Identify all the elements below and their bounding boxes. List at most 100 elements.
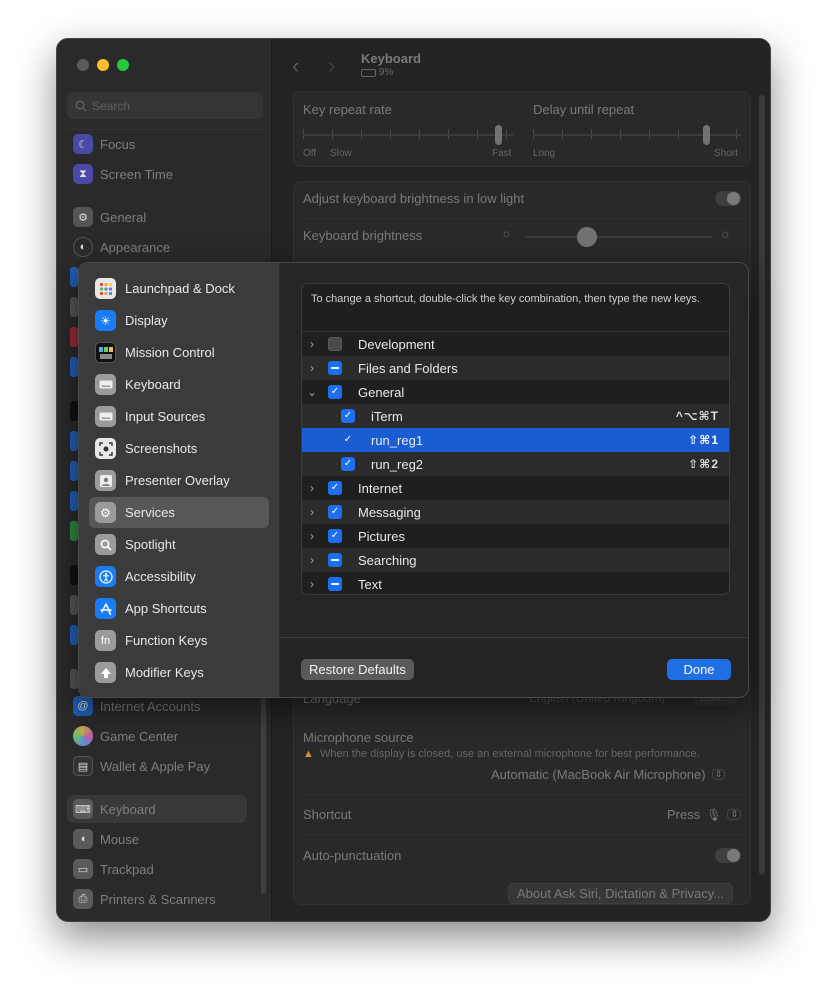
service-row[interactable]: ✓ iTerm ^⌥⌘T xyxy=(302,404,729,428)
sidebar-item-trackpad[interactable]: ▭ Trackpad xyxy=(67,855,247,883)
key-repeat-group: Key repeat rate Delay until repeat Off S… xyxy=(293,91,751,167)
service-row[interactable]: › Development xyxy=(302,332,729,356)
service-row[interactable]: › ✓ Messaging xyxy=(302,500,729,524)
service-row[interactable]: › Searching xyxy=(302,548,729,572)
service-row[interactable]: ⌄ ✓ General xyxy=(302,380,729,404)
done-button[interactable]: Done xyxy=(667,659,731,680)
key-repeat-track xyxy=(303,134,513,136)
adjust-brightness-toggle[interactable] xyxy=(715,191,741,206)
service-row[interactable]: ✓ run_reg1 ⇧⌘1 xyxy=(302,428,729,452)
forward-arrow-icon[interactable]: › xyxy=(328,53,335,79)
microphone-icon: 🎙 xyxy=(706,807,722,822)
sidebar-item-printers[interactable]: ⎙ Printers & Scanners xyxy=(67,885,247,913)
sidebar-item-label: General xyxy=(100,209,147,225)
service-shortcut[interactable]: ⇧⌘1 xyxy=(688,433,719,447)
restore-defaults-button[interactable]: Restore Defaults xyxy=(301,659,414,680)
service-checkbox[interactable]: ✓ xyxy=(341,457,355,471)
keyboard-icon: ⌨ xyxy=(73,799,93,819)
service-row[interactable]: › Files and Folders xyxy=(302,356,729,380)
chevron-down-icon[interactable]: ⌄ xyxy=(307,385,317,399)
service-shortcut[interactable]: ^⌥⌘T xyxy=(676,409,719,423)
service-row[interactable]: › ✓ Pictures xyxy=(302,524,729,548)
category-function-keys[interactable]: fn Function Keys xyxy=(89,625,269,656)
screenshot-icon xyxy=(95,438,116,459)
game-center-icon xyxy=(73,726,93,746)
service-label: iTerm xyxy=(371,408,403,424)
chevron-right-icon[interactable]: › xyxy=(307,553,317,567)
chevron-right-icon[interactable]: › xyxy=(307,337,317,351)
category-launchpad-dock[interactable]: Launchpad & Dock xyxy=(89,273,269,304)
category-label: Screenshots xyxy=(125,441,198,456)
service-row[interactable]: › Text xyxy=(302,572,729,594)
sidebar-item-focus[interactable]: ☾ Focus xyxy=(67,130,247,158)
category-modifier-keys[interactable]: Modifier Keys xyxy=(89,657,269,688)
delay-label: Delay until repeat xyxy=(533,102,635,117)
service-shortcut[interactable]: ⇧⌘2 xyxy=(688,457,719,471)
sidebar-item-label: Keyboard xyxy=(100,801,156,817)
category-screenshots[interactable]: Screenshots xyxy=(89,433,269,464)
mic-source-popup[interactable]: Automatic (MacBook Air Microphone) ⇕ xyxy=(491,767,726,782)
shortcut-popup[interactable]: Press 🎙 ⇕ xyxy=(667,807,742,822)
brightness-slider[interactable] xyxy=(577,227,598,247)
mic-warning-text: When the display is closed, use an exter… xyxy=(320,748,700,760)
sidebar-item-game-center[interactable]: Game Center xyxy=(67,722,247,750)
service-row[interactable]: › ✓ Internet xyxy=(302,476,729,500)
sidebar-item-mouse[interactable]: ◖ Mouse xyxy=(67,825,247,853)
category-keyboard[interactable]: Keyboard xyxy=(89,369,269,400)
category-presenter-overlay[interactable]: Presenter Overlay xyxy=(89,465,269,496)
mouse-icon: ◖ xyxy=(73,829,93,849)
gear-icon: ⚙ xyxy=(73,207,93,227)
chevron-right-icon[interactable]: › xyxy=(307,577,317,591)
search-input[interactable] xyxy=(92,98,242,113)
sidebar-item-general[interactable]: ⚙ General xyxy=(67,203,247,231)
category-app-shortcuts[interactable]: App Shortcuts xyxy=(89,593,269,624)
sidebar-item-keyboard[interactable]: ⌨ Keyboard xyxy=(67,795,247,823)
delay-short-label: Short xyxy=(714,148,738,159)
services-list: To change a shortcut, double-click the k… xyxy=(301,283,730,595)
service-checkbox[interactable]: ✓ xyxy=(328,385,342,399)
category-accessibility[interactable]: Accessibility xyxy=(89,561,269,592)
close-button[interactable] xyxy=(77,59,89,71)
service-checkbox[interactable] xyxy=(328,577,342,591)
service-checkbox[interactable]: ✓ xyxy=(341,409,355,423)
auto-punctuation-toggle[interactable] xyxy=(715,848,741,863)
key-repeat-slider[interactable] xyxy=(495,125,503,145)
category-mission-control[interactable]: Mission Control xyxy=(89,337,269,368)
service-checkbox[interactable] xyxy=(328,553,342,567)
sidebar-hidden-icon xyxy=(70,625,78,645)
service-label: Internet xyxy=(358,480,403,496)
minimize-button[interactable] xyxy=(97,59,109,71)
chevron-right-icon[interactable]: › xyxy=(307,361,317,375)
sidebar-hidden-icon xyxy=(70,357,78,377)
sidebar-item-wallet[interactable]: ▤ Wallet & Apple Pay xyxy=(67,752,247,780)
service-row[interactable]: ✓ run_reg2 ⇧⌘2 xyxy=(302,452,729,476)
page-title: Keyboard xyxy=(361,51,421,66)
search-field[interactable] xyxy=(67,92,263,119)
service-checkbox[interactable] xyxy=(328,337,342,351)
category-input-sources[interactable]: Input Sources xyxy=(89,401,269,432)
brightness-label: Keyboard brightness xyxy=(303,228,423,243)
service-checkbox[interactable]: ✓ xyxy=(328,529,342,543)
launchpad-icon xyxy=(95,278,116,299)
service-checkbox[interactable]: ✓ xyxy=(328,505,342,519)
chevron-right-icon[interactable]: › xyxy=(307,505,317,519)
moon-icon: ☾ xyxy=(73,134,93,154)
service-checkbox[interactable]: ✓ xyxy=(341,433,355,447)
delay-slider[interactable] xyxy=(702,125,710,145)
zoom-button[interactable] xyxy=(117,59,129,71)
category-services[interactable]: ⚙ Services xyxy=(89,497,269,528)
chevron-right-icon[interactable]: › xyxy=(307,481,317,495)
service-checkbox[interactable] xyxy=(328,361,342,375)
sidebar-item-label: Appearance xyxy=(100,239,171,255)
category-display[interactable]: ☀ Display xyxy=(89,305,269,336)
mic-source-value: Automatic (MacBook Air Microphone) xyxy=(491,767,706,782)
about-siri-privacy-button[interactable]: About Ask Siri, Dictation & Privacy... xyxy=(508,883,734,904)
main-scrollbar[interactable] xyxy=(759,95,765,875)
back-arrow-icon[interactable]: ‹ xyxy=(292,53,299,79)
sidebar-item-screen-time[interactable]: ⧗ Screen Time xyxy=(67,160,247,188)
category-spotlight[interactable]: Spotlight xyxy=(89,529,269,560)
chevron-right-icon[interactable]: › xyxy=(307,529,317,543)
service-checkbox[interactable]: ✓ xyxy=(328,481,342,495)
services-content: To change a shortcut, double-click the k… xyxy=(280,263,748,637)
sidebar-item-appearance[interactable]: ◐ Appearance xyxy=(67,233,247,261)
